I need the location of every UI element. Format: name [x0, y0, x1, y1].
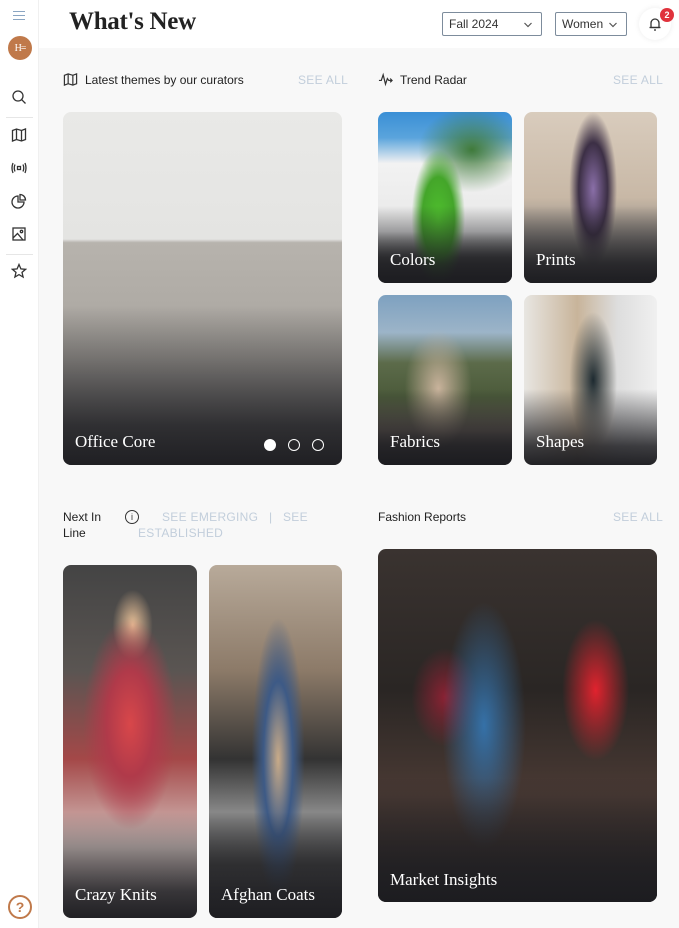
- fashion-reports-title: Fashion Reports: [378, 510, 467, 524]
- sidebar-divider: [6, 254, 33, 255]
- sidebar: H= ?: [0, 0, 39, 928]
- card-gradient: [524, 206, 657, 283]
- gender-select-value: Women: [562, 17, 604, 31]
- latest-themes-heading: Latest themes by our curators: [63, 72, 244, 87]
- season-select[interactable]: Fall 2024: [442, 12, 542, 36]
- trend-radar-see-all-link[interactable]: SEE ALL: [613, 73, 663, 87]
- brand-logo[interactable]: H=: [8, 36, 32, 60]
- search-icon[interactable]: [10, 88, 28, 106]
- link-separator: |: [268, 510, 273, 524]
- card-label: Afghan Coats: [221, 885, 315, 904]
- carousel-dot-2[interactable]: [288, 439, 300, 451]
- next-in-line-card-crazy-knits[interactable]: Crazy Knits: [63, 565, 197, 918]
- chevron-down-icon: [608, 19, 618, 29]
- theme-carousel-card[interactable]: Office Core: [63, 112, 342, 465]
- fashion-reports-heading: Fashion Reports: [378, 510, 466, 524]
- card-gradient: [524, 388, 657, 465]
- next-in-line-card-afghan-coats[interactable]: Afghan Coats: [209, 565, 342, 918]
- star-icon[interactable]: [10, 262, 28, 280]
- trend-radar-title: Trend Radar: [400, 72, 467, 87]
- menu-icon[interactable]: [13, 11, 25, 21]
- trend-card-colors[interactable]: Colors: [378, 112, 512, 283]
- sidebar-divider: [6, 117, 33, 118]
- help-icon[interactable]: ?: [8, 895, 32, 919]
- card-label: Fabrics: [390, 432, 441, 451]
- notification-badge: 2: [660, 8, 674, 22]
- next-in-line-title: Next In Line: [63, 510, 102, 540]
- season-select-value: Fall 2024: [449, 17, 499, 31]
- image-icon[interactable]: [10, 225, 28, 243]
- info-icon[interactable]: i: [125, 510, 139, 524]
- trend-pulse-icon: [378, 72, 393, 87]
- fashion-reports-see-all-link[interactable]: SEE ALL: [613, 510, 663, 524]
- trend-radar-heading: Trend Radar: [378, 72, 467, 87]
- carousel-dot-3[interactable]: [312, 439, 324, 451]
- card-label: Market Insights: [390, 870, 498, 889]
- card-label: Colors: [390, 250, 436, 269]
- see-emerging-link[interactable]: SEE EMERGING: [162, 510, 258, 524]
- pie-chart-icon[interactable]: [10, 192, 28, 210]
- carousel-dots: [264, 439, 324, 451]
- trend-card-shapes[interactable]: Shapes: [524, 295, 657, 465]
- trend-card-prints[interactable]: Prints: [524, 112, 657, 283]
- chevron-down-icon: [523, 19, 533, 29]
- card-label: Crazy Knits: [75, 885, 157, 904]
- latest-themes-see-all-link[interactable]: SEE ALL: [298, 73, 348, 87]
- map-icon[interactable]: [10, 126, 28, 144]
- gender-select[interactable]: Women: [555, 12, 627, 36]
- card-label: Shapes: [536, 432, 585, 451]
- page-header: What's New Fall 2024 Women 2: [39, 0, 679, 48]
- card-gradient: [378, 388, 512, 465]
- page-title: What's New: [69, 8, 196, 35]
- next-in-line-links: SEE EMERGING | SEE ESTABLISHED: [138, 509, 313, 541]
- trend-card-fabrics[interactable]: Fabrics: [378, 295, 512, 465]
- card-label: Office Core: [75, 432, 156, 451]
- card-label: Prints: [536, 250, 576, 269]
- radar-icon[interactable]: [10, 159, 28, 177]
- carousel-dot-1[interactable]: [264, 439, 276, 451]
- latest-themes-title: Latest themes by our curators: [85, 72, 244, 87]
- report-card-market-insights[interactable]: Market Insights: [378, 549, 657, 902]
- card-gradient: [378, 206, 512, 283]
- map-icon: [63, 72, 78, 87]
